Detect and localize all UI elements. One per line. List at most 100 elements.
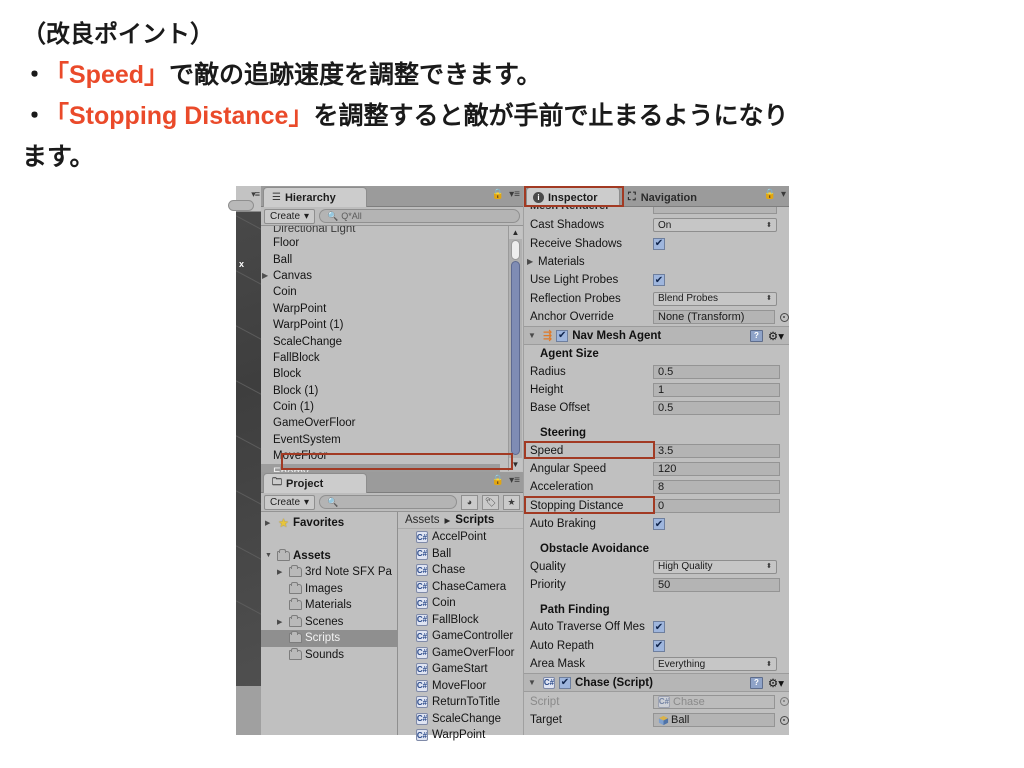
hierarchy-scrollbar[interactable]: ▲ ▼ bbox=[508, 226, 522, 471]
object-picker-icon[interactable] bbox=[780, 697, 789, 707]
asset-item[interactable]: C# Ball bbox=[398, 546, 523, 563]
area-mask-dropdown[interactable]: Everything ⬍ bbox=[653, 657, 777, 672]
project-search-input[interactable]: 🔍 bbox=[319, 495, 457, 509]
radius-row[interactable]: Radius 0.5 bbox=[524, 362, 789, 380]
hierarchy-item[interactable]: Coin bbox=[261, 284, 523, 300]
chase-script-row-target[interactable]: Target Ball bbox=[524, 711, 789, 729]
base-offset-row[interactable]: Base Offset 0.5 bbox=[524, 399, 789, 417]
hierarchy-item[interactable]: Block bbox=[261, 366, 523, 382]
priority-row[interactable]: Priority 50 bbox=[524, 576, 789, 594]
height-row[interactable]: Height 1 bbox=[524, 381, 789, 399]
anchor-override-object-field[interactable]: None (Transform) bbox=[653, 310, 775, 325]
cast-shadows-dropdown[interactable]: On ⬍ bbox=[653, 218, 777, 233]
project-tree-item[interactable]: Materials bbox=[261, 597, 397, 614]
help-icon[interactable]: ? bbox=[749, 329, 763, 342]
project-tree-item[interactable]: ▼ Assets bbox=[261, 548, 397, 565]
foldout-triangle-icon[interactable]: ▶ bbox=[262, 271, 273, 280]
project-tree-item[interactable]: ▶ 3rd Note SFX Pa bbox=[261, 564, 397, 581]
hierarchy-item[interactable]: WarpPoint (1) bbox=[261, 317, 523, 333]
tab-navigation[interactable]: ⛶ Navigation bbox=[628, 188, 697, 207]
chase-script-row-script[interactable]: Script C# Chase bbox=[524, 692, 789, 710]
stopping-distance-row[interactable]: Stopping Distance 0 bbox=[524, 497, 789, 515]
project-tree-item[interactable]: Images bbox=[261, 581, 397, 598]
hierarchy-item[interactable]: ▶ Canvas bbox=[261, 268, 523, 284]
project-tree-item[interactable]: ▶ ★ Favorites bbox=[261, 515, 397, 532]
use-light-probes-checkbox[interactable]: ✔ bbox=[653, 274, 665, 287]
auto-braking-row[interactable]: Auto Braking ✔ bbox=[524, 515, 789, 533]
project-tree[interactable]: ▶ ★ Favorites ▼ Assets ▶ 3rd Note SFX Pa Images… bbox=[261, 512, 398, 735]
hierarchy-scroll-thumb-top[interactable] bbox=[511, 240, 520, 260]
scroll-up-arrow-icon[interactable]: ▲ bbox=[509, 226, 522, 239]
foldout-triangle-icon[interactable]: ▼ bbox=[265, 552, 274, 559]
hierarchy-item-enemy[interactable]: Enemy bbox=[261, 464, 500, 472]
asset-item[interactable]: C# GameController bbox=[398, 628, 523, 645]
chase-target-value[interactable]: Ball bbox=[653, 713, 775, 727]
object-picker-icon[interactable] bbox=[780, 715, 789, 725]
filter-by-type-icon[interactable]: ◕ bbox=[461, 494, 478, 510]
chase-script-enabled-checkbox[interactable]: ✔ bbox=[559, 676, 571, 689]
lock-icon[interactable]: 🔒 bbox=[492, 475, 504, 486]
scroll-down-arrow-icon[interactable]: ▼ bbox=[509, 458, 522, 471]
foldout-triangle-icon[interactable]: ▼ bbox=[528, 678, 539, 687]
tab-project[interactable]: 🗀 Project bbox=[263, 473, 367, 493]
component-header-nav-mesh-agent[interactable]: ▼ ⇶ ✔ Nav Mesh Agent ? ⚙▾ bbox=[524, 326, 789, 346]
area-mask-row[interactable]: Area Mask Everything ⬍ bbox=[524, 655, 789, 673]
breadcrumb-root[interactable]: Assets bbox=[405, 514, 440, 526]
speed-row[interactable]: Speed 3.5 bbox=[524, 442, 789, 460]
breadcrumb[interactable]: Assets ▸ Scripts bbox=[398, 512, 523, 529]
project-create-button[interactable]: Create ▾ bbox=[264, 494, 316, 510]
cast-shadows-row[interactable]: Cast Shadows On ⬍ bbox=[524, 216, 789, 234]
asset-item[interactable]: C# FallBlock bbox=[398, 612, 523, 629]
hierarchy-item[interactable]: Floor bbox=[261, 235, 523, 251]
tab-hierarchy[interactable]: ☰ Hierarchy bbox=[263, 187, 367, 207]
foldout-triangle-icon[interactable]: ▶ bbox=[265, 519, 274, 527]
use-light-probes-row[interactable]: Use Light Probes ✔ bbox=[524, 271, 789, 289]
hierarchy-item[interactable]: GameOverFloor bbox=[261, 415, 523, 431]
asset-item[interactable]: C# WarpPoint bbox=[398, 727, 523, 744]
speed-input[interactable]: 3.5 bbox=[653, 443, 780, 458]
stopping-distance-input[interactable]: 0 bbox=[653, 498, 780, 513]
hierarchy-item[interactable]: Coin (1) bbox=[261, 399, 523, 415]
asset-item[interactable]: C# Chase bbox=[398, 562, 523, 579]
auto-repath-checkbox[interactable]: ✔ bbox=[653, 639, 665, 652]
foldout-triangle-icon[interactable]: ▶ bbox=[277, 568, 286, 576]
materials-row[interactable]: ▶ Materials bbox=[524, 253, 789, 271]
filter-by-label-icon[interactable]: 🏷 bbox=[482, 494, 499, 510]
hierarchy-item[interactable]: Ball bbox=[261, 251, 523, 267]
acceleration-row[interactable]: Acceleration 8 bbox=[524, 478, 789, 496]
auto-traverse-off-mes-row[interactable]: Auto Traverse Off Mes ✔ bbox=[524, 618, 789, 636]
hierarchy-create-button[interactable]: Create ▾ bbox=[264, 208, 316, 224]
component-header-mesh-renderer-clipped[interactable]: Mesh Renderer bbox=[524, 207, 789, 216]
component-header-chase-script[interactable]: ▼ C# ✔ Chase (Script) ? ⚙▾ bbox=[524, 673, 789, 693]
panel-menu-icon[interactable]: ▾≡ bbox=[509, 189, 520, 200]
hierarchy-search-input[interactable]: 🔍 Q*All bbox=[319, 209, 520, 223]
lock-icon[interactable]: 🔒 bbox=[764, 189, 776, 200]
angular-speed-row[interactable]: Angular Speed 120 bbox=[524, 460, 789, 478]
panel-menu-icon[interactable]: ▾≡ bbox=[509, 475, 520, 486]
scene-search-pill[interactable] bbox=[228, 200, 254, 211]
tab-inspector[interactable]: i Inspector bbox=[526, 187, 620, 207]
asset-item[interactable]: C# GameStart bbox=[398, 661, 523, 678]
favorite-star-icon[interactable]: ★ bbox=[503, 494, 520, 510]
asset-item[interactable]: C# ScaleChange bbox=[398, 711, 523, 728]
settings-gear-icon[interactable]: ⚙▾ bbox=[768, 329, 784, 343]
radius-input[interactable]: 0.5 bbox=[653, 364, 780, 379]
hierarchy-list[interactable]: Directional Light Floor Ball ▶ Canvas Coin Wa… bbox=[261, 226, 523, 472]
object-picker-icon[interactable] bbox=[780, 312, 789, 322]
reflection-probes-row[interactable]: Reflection Probes Blend Probes ⬍ bbox=[524, 290, 789, 308]
base-offset-input[interactable]: 0.5 bbox=[653, 401, 780, 416]
hierarchy-item[interactable]: MoveFloor bbox=[261, 448, 523, 464]
hierarchy-scroll-thumb[interactable] bbox=[511, 261, 520, 455]
foldout-triangle-icon[interactable]: ▶ bbox=[527, 257, 538, 266]
tab-menu-icon[interactable]: ▾≡ bbox=[251, 189, 260, 200]
hierarchy-item[interactable]: EventSystem bbox=[261, 432, 523, 448]
hierarchy-tab-controls[interactable]: 🔒 ▾≡ bbox=[492, 189, 520, 200]
chase-script-value[interactable]: C# Chase bbox=[653, 694, 775, 709]
asset-item[interactable]: C# GameOverFloor bbox=[398, 645, 523, 662]
hierarchy-item-clipped[interactable]: Directional Light bbox=[261, 226, 523, 235]
auto-braking-checkbox[interactable]: ✔ bbox=[653, 518, 665, 531]
hierarchy-scroll-track[interactable] bbox=[509, 239, 522, 458]
project-tree-item[interactable]: ▶ Scenes bbox=[261, 614, 397, 631]
receive-shadows-row[interactable]: Receive Shadows ✔ bbox=[524, 234, 789, 252]
asset-item[interactable]: C# ReturnToTitle bbox=[398, 694, 523, 711]
